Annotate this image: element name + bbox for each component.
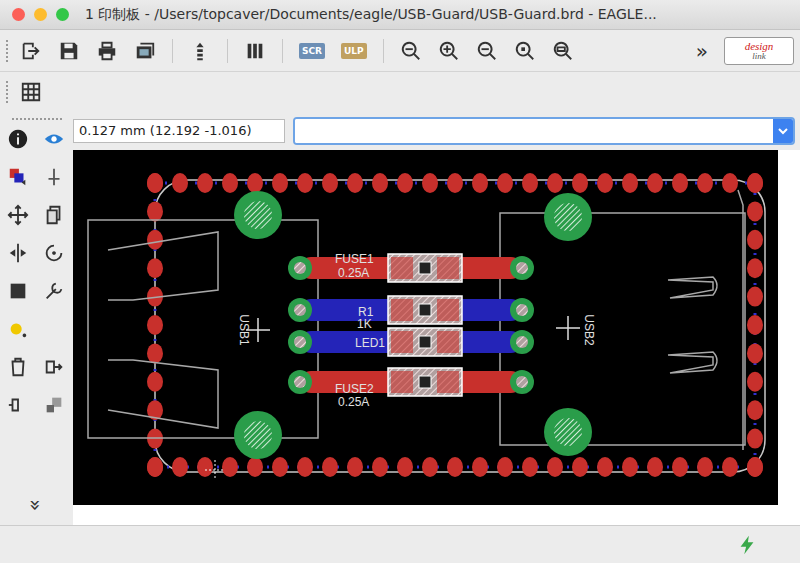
cam-icon[interactable]: [134, 40, 156, 62]
mounting-holes: [234, 191, 592, 459]
change-icon[interactable]: [7, 318, 29, 340]
move-icon[interactable]: [7, 204, 29, 226]
mark-icon[interactable]: [43, 166, 65, 188]
info-icon[interactable]: [7, 128, 29, 150]
main-toolbar: SCR ULP » designlink: [0, 30, 800, 72]
more-button[interactable]: »: [696, 39, 708, 63]
zoom-in-icon[interactable]: [438, 40, 460, 62]
pin-pads: [288, 256, 534, 280]
smd-part[interactable]: [388, 368, 462, 396]
logo-text: design: [745, 41, 774, 52]
connector-name: USB1: [237, 314, 251, 346]
pin-pads: [288, 370, 534, 394]
pinswap-icon[interactable]: [7, 394, 29, 416]
close-button[interactable]: [12, 8, 25, 21]
board-canvas[interactable]: FUSE10.25AR11KLED1FUSE20.25AUSB1USB2: [73, 150, 778, 505]
zoom-select-icon[interactable]: [552, 40, 574, 62]
layer-display-icon[interactable]: [7, 166, 29, 188]
title-bar: 1 印制板 - /Users/topcaver/Documents/eagle/…: [0, 0, 800, 30]
rotate-icon[interactable]: [43, 242, 65, 264]
replace-icon[interactable]: [43, 394, 65, 416]
part-value: 0.25A: [338, 266, 369, 280]
delete-icon[interactable]: [7, 356, 29, 378]
part-value: 0.25A: [338, 395, 369, 409]
command-toolbar: »: [0, 112, 73, 525]
zoom-fit-icon[interactable]: [400, 40, 422, 62]
zoom-redraw-icon[interactable]: [514, 40, 536, 62]
mirror-icon[interactable]: [7, 242, 29, 264]
grid-toolbar: [0, 72, 800, 112]
command-line[interactable]: [293, 117, 795, 145]
pin-pads: [288, 330, 534, 354]
smd-part[interactable]: [388, 328, 462, 356]
script-button[interactable]: SCR: [299, 43, 325, 59]
grip-icon[interactable]: [6, 40, 10, 62]
print-icon[interactable]: [96, 40, 118, 62]
open-icon[interactable]: [20, 40, 42, 62]
board-icon[interactable]: [189, 40, 211, 62]
part-name: FUSE2: [335, 382, 374, 396]
ulp-button[interactable]: ULP: [341, 43, 367, 59]
part-value: 1K: [357, 317, 372, 331]
wrench-icon[interactable]: [43, 280, 65, 302]
top-trace[interactable]: [300, 257, 522, 279]
zoom-button[interactable]: [56, 8, 69, 21]
part-name: LED1: [355, 336, 385, 350]
zoom-out-icon[interactable]: [476, 40, 498, 62]
ground-pour: [155, 183, 755, 467]
chevron-down-icon: [777, 125, 789, 137]
smd-part[interactable]: [388, 296, 462, 324]
grid-icon[interactable]: [20, 81, 42, 103]
part-name: FUSE1: [335, 252, 374, 266]
status-bar: [0, 525, 800, 563]
paste-icon[interactable]: [43, 318, 65, 340]
copy-icon[interactable]: [43, 204, 65, 226]
smd-part[interactable]: [388, 254, 462, 282]
board-outline: [155, 180, 765, 472]
bottom-trace[interactable]: [300, 299, 522, 321]
group-icon[interactable]: [7, 280, 29, 302]
save-icon[interactable]: [58, 40, 80, 62]
history-dropdown[interactable]: [773, 119, 793, 143]
usb1-outline: [88, 220, 318, 438]
window-title: 1 印制板 - /Users/topcaver/Documents/eagle/…: [85, 6, 657, 24]
eye-icon[interactable]: [43, 128, 65, 150]
top-trace[interactable]: [300, 371, 522, 393]
design-link-button[interactable]: designlink: [724, 37, 794, 65]
pin-pads: [288, 298, 534, 322]
eagle-window: 1 印制板 - /Users/topcaver/Documents/eagle/…: [0, 0, 800, 563]
coordinate-display: 0.127 mm (12.192 -1.016): [73, 119, 285, 143]
grip-icon[interactable]: [6, 81, 10, 103]
stitch-vias: [147, 173, 763, 477]
more-commands-button[interactable]: »: [25, 499, 49, 511]
logo-text: link: [752, 52, 766, 61]
lightning-icon[interactable]: [736, 534, 758, 556]
minimize-button[interactable]: [34, 8, 47, 21]
add-icon[interactable]: [43, 356, 65, 378]
layers-icon[interactable]: [244, 40, 266, 62]
crosshair-icon: [205, 460, 225, 480]
command-input[interactable]: [295, 119, 773, 143]
usb2-outline: [500, 190, 745, 450]
connector-name: USB2: [582, 314, 596, 346]
pcb-drawing: FUSE10.25AR11KLED1FUSE20.25AUSB1USB2: [73, 150, 778, 505]
bottom-trace[interactable]: [300, 331, 522, 353]
